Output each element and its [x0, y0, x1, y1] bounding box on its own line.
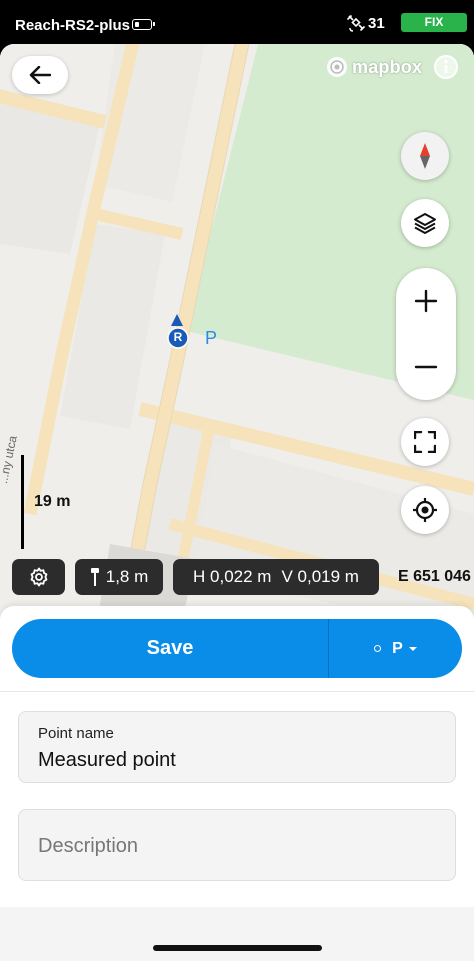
device-name: Reach-RS2-plus [15, 17, 131, 34]
satellite-count: 31 [368, 15, 385, 32]
divider [0, 691, 474, 692]
compass-button[interactable] [401, 132, 449, 180]
map-settings-button[interactable] [12, 559, 65, 595]
map-view[interactable]: R P ...ny utca mapbox 19 m 1,8 m H 0,022… [0, 44, 474, 634]
status-bar: Reach-RS2-plus 31 FIX [0, 0, 474, 44]
description-field[interactable] [18, 809, 456, 882]
vertical-accuracy: V 0,019 m [281, 567, 359, 586]
scale-label: 19 m [34, 493, 71, 510]
save-split-button: Save P [12, 619, 462, 678]
mapbox-logo-icon [327, 57, 347, 77]
zoom-controls [396, 268, 456, 400]
antenna-pole-icon [90, 568, 99, 586]
point-marker-label: P [205, 328, 218, 348]
point-dot-icon [374, 645, 382, 652]
locate-button[interactable] [401, 486, 449, 534]
point-name-value[interactable]: Measured point [38, 749, 176, 772]
locate-icon [413, 498, 437, 522]
zoom-out-button[interactable] [396, 334, 456, 400]
fix-status-badge: FIX [401, 13, 467, 32]
back-arrow-icon [29, 66, 51, 84]
info-icon[interactable] [433, 54, 459, 80]
zoom-in-icon [414, 289, 438, 313]
save-button[interactable]: Save [12, 619, 328, 678]
easting-coordinate: E 651 046 [398, 568, 471, 585]
point-sheet: Save P Point name Measured point [0, 606, 474, 961]
sheet-footer [0, 907, 474, 961]
point-name-field[interactable]: Point name Measured point [18, 711, 456, 783]
horizontal-accuracy: H 0,022 m [193, 567, 272, 586]
point-code-label: P [392, 639, 403, 657]
scale-bar [21, 455, 24, 549]
battery-icon [132, 19, 155, 30]
gear-icon [30, 567, 47, 587]
antenna-height-button[interactable]: 1,8 m [75, 559, 163, 595]
fullscreen-icon [414, 431, 436, 453]
point-name-label: Point name [38, 725, 114, 742]
back-button[interactable] [12, 56, 68, 94]
zoom-out-icon [414, 365, 438, 369]
layers-icon [414, 213, 436, 234]
antenna-height-value: 1,8 m [105, 567, 149, 586]
chevron-down-icon [408, 646, 417, 651]
description-input[interactable] [38, 810, 438, 882]
home-indicator [153, 945, 322, 951]
compass-icon [420, 143, 430, 169]
satellite-icon [346, 14, 366, 32]
rover-marker-letter: R [173, 330, 183, 344]
fit-bounds-button[interactable] [401, 418, 449, 466]
point-code-dropdown[interactable]: P [329, 619, 462, 678]
accuracy-display[interactable]: H 0,022 m V 0,019 m [173, 559, 379, 595]
zoom-in-button[interactable] [396, 268, 456, 334]
mapbox-text: mapbox [352, 56, 423, 77]
mapbox-attribution[interactable]: mapbox [326, 54, 422, 80]
layers-button[interactable] [401, 199, 449, 247]
